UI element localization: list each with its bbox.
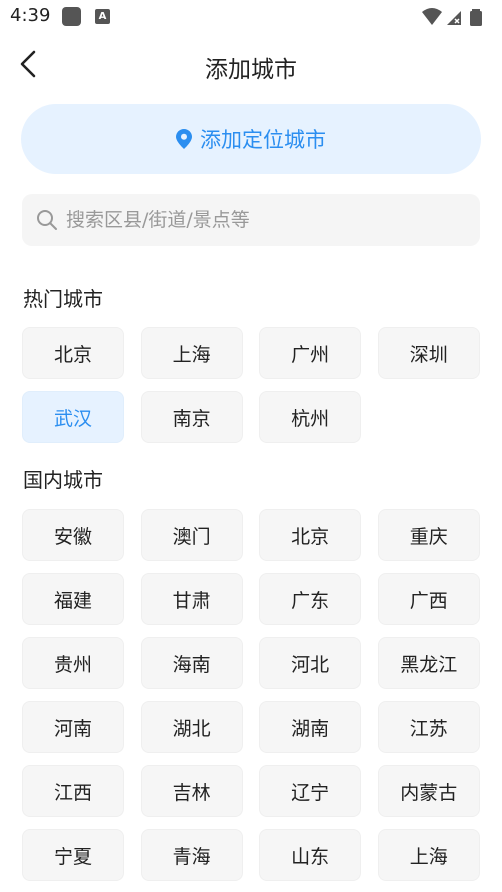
city-chip[interactable]: 湖北 xyxy=(140,701,243,753)
city-chip[interactable]: 内蒙古 xyxy=(377,765,480,817)
domestic-cities-grid: 安徽 澳门 北京 重庆福建 甘肃 广东 广西贵州 海南 河北 黑龙江河南 湖北 湖南 江苏江西 吉林 辽宁内… xyxy=(22,509,480,881)
add-location-city-label: 添加定位城市 xyxy=(200,128,326,152)
status-bar: 4:39 A xyxy=(0,0,502,34)
status-icons xyxy=(420,6,486,28)
city-chip[interactable]: 广州 xyxy=(259,327,362,379)
notification-app-icon xyxy=(62,7,81,26)
city-chip[interactable]: 河北 xyxy=(259,637,362,689)
hot-cities-title: 热门城市 xyxy=(23,287,103,311)
city-chip[interactable]: 吉林 xyxy=(140,765,243,817)
search-icon xyxy=(37,210,57,230)
city-chip[interactable]: 青海 xyxy=(140,829,243,881)
city-chip[interactable]: 澳门 xyxy=(140,509,243,561)
city-chip[interactable]: 杭州 xyxy=(259,391,362,443)
city-chip[interactable]: 南京 xyxy=(140,391,243,443)
city-chip[interactable]: 武汉 xyxy=(22,391,124,443)
add-location-city-button[interactable]: 添加定位城市 xyxy=(21,104,481,174)
city-chip[interactable]: 黑龙江 xyxy=(377,637,480,689)
location-pin-icon xyxy=(176,129,192,149)
city-chip[interactable]: 深圳 xyxy=(377,327,480,379)
hot-cities-grid: 北京 上海 广州 深圳武汉 南京 杭州 xyxy=(22,327,480,443)
city-chip[interactable]: 上海 xyxy=(377,829,480,881)
search-box[interactable] xyxy=(22,194,480,246)
city-chip[interactable]: 海南 xyxy=(140,637,243,689)
city-chip[interactable]: 北京 xyxy=(259,509,362,561)
city-chip[interactable]: 福建 xyxy=(22,573,124,625)
city-chip[interactable]: 辽宁 xyxy=(259,765,362,817)
status-time: 4:39 xyxy=(10,5,51,26)
city-chip[interactable]: 山东 xyxy=(259,829,362,881)
search-input[interactable] xyxy=(66,209,446,231)
city-chip[interactable]: 河南 xyxy=(22,701,124,753)
notification-a-icon: A xyxy=(95,9,110,24)
city-chip[interactable]: 重庆 xyxy=(377,509,480,561)
header: 添加城市 xyxy=(0,34,502,94)
wifi-icon xyxy=(422,8,442,25)
city-chip[interactable]: 宁夏 xyxy=(22,829,124,881)
city-chip[interactable]: 湖南 xyxy=(259,701,362,753)
city-chip[interactable]: 北京 xyxy=(22,327,124,379)
city-chip[interactable]: 江苏 xyxy=(377,701,480,753)
signal-icon xyxy=(447,11,461,25)
battery-icon xyxy=(470,9,482,26)
city-chip[interactable]: 甘肃 xyxy=(140,573,243,625)
city-chip[interactable]: 贵州 xyxy=(22,637,124,689)
city-chip[interactable]: 广东 xyxy=(259,573,362,625)
city-chip[interactable]: 上海 xyxy=(140,327,243,379)
city-chip[interactable]: 安徽 xyxy=(22,509,124,561)
city-chip[interactable]: 广西 xyxy=(377,573,480,625)
domestic-cities-title: 国内城市 xyxy=(23,468,103,492)
page-title: 添加城市 xyxy=(205,57,297,83)
city-chip[interactable]: 江西 xyxy=(22,765,124,817)
